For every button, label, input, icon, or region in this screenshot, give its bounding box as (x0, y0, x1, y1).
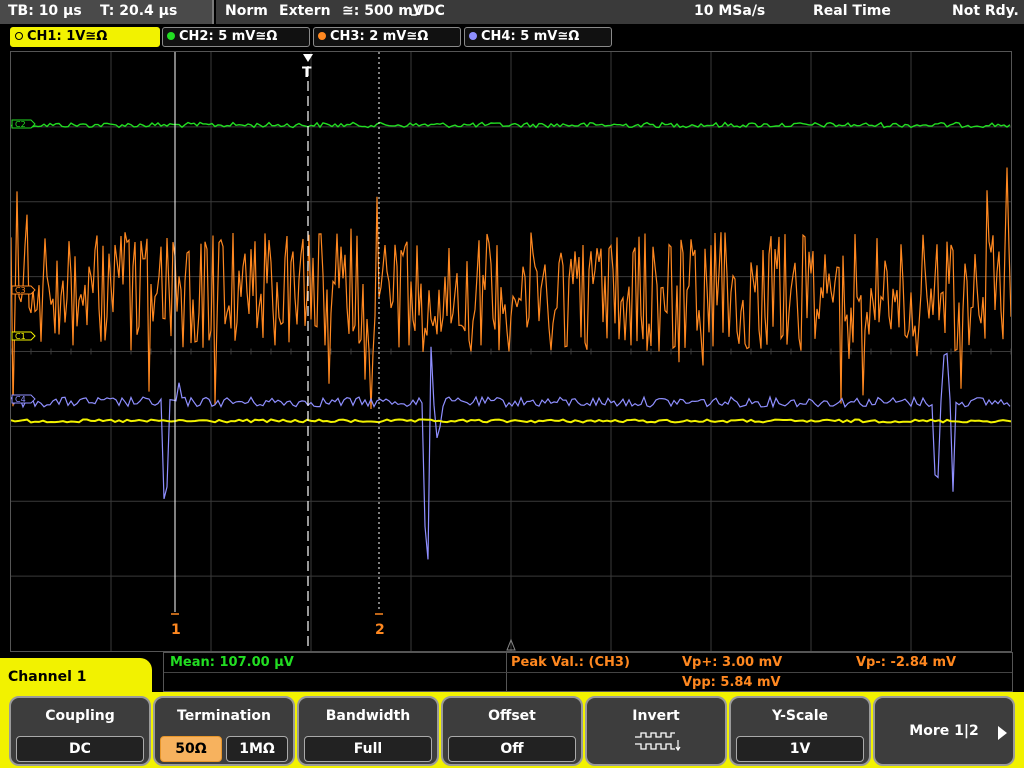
svg-text:C1: C1 (15, 332, 26, 341)
trigger-mode-label: Norm (225, 3, 268, 19)
acquisition-mode-label: Real Time (813, 3, 891, 19)
trigger-time-label: T: 20.4 µs (100, 3, 178, 19)
peak-value-label: Peak Val.: (CH3) (511, 655, 630, 670)
chevron-right-icon (998, 726, 1007, 740)
more-softkey[interactable]: More 1|2 (873, 696, 1015, 766)
tab-ch4-label: CH4: 5 mV≅Ω (481, 29, 580, 44)
rising-edge-icon (411, 5, 423, 16)
status-label: Not Rdy. (952, 3, 1019, 19)
mean-measurement: Mean: 107.00 µV (170, 655, 294, 670)
termination-title: Termination (177, 708, 271, 724)
termination-50-ohm-button[interactable]: 50Ω (160, 736, 222, 762)
termination-1-megohm-button[interactable]: 1MΩ (226, 736, 288, 762)
vpp-measurement: Vpp: 5.84 mV (682, 675, 781, 690)
y-scale-softkey[interactable]: Y-Scale 1V (729, 696, 871, 766)
ch4-indicator-icon (469, 32, 477, 40)
ch1-indicator-icon (15, 32, 23, 40)
tab-ch2[interactable]: CH2: 5 mV≅Ω (162, 27, 310, 47)
trigger-box[interactable]: Norm Extern ≅: 500 mV DC 10 MSa/s Real T… (216, 0, 1024, 24)
trigger-coupling-label: DC (423, 3, 445, 19)
invert-waveform-icon (635, 732, 681, 752)
tab-ch1-label: CH1: 1V≅Ω (27, 29, 108, 44)
bandwidth-title: Bandwidth (325, 708, 411, 724)
bandwidth-value[interactable]: Full (304, 736, 432, 762)
ch3-level-marker[interactable]: C3 (11, 285, 36, 295)
waveform-display[interactable]: 1 2 T C2 C3 C1 C4 (10, 51, 1012, 652)
softkey-menu: Coupling DC Termination 50Ω 1MΩ Bandwidt… (0, 692, 1024, 768)
ch3-indicator-icon (318, 32, 326, 40)
tab-ch3[interactable]: CH3: 2 mV≅Ω (313, 27, 461, 47)
timebase-box[interactable]: TB: 10 µs T: 20.4 µs (0, 0, 214, 24)
trigger-t-icon: T (302, 65, 312, 81)
graticule-grid (11, 52, 1011, 651)
offset-title: Offset (488, 708, 536, 724)
offset-softkey[interactable]: Offset Off (441, 696, 583, 766)
ch2-level-marker[interactable]: C2 (11, 119, 36, 129)
vp-plus-measurement: Vp+: 3.00 mV (682, 655, 783, 670)
coupling-softkey[interactable]: Coupling DC (9, 696, 151, 766)
timebase-label: TB: 10 µs (8, 3, 82, 19)
offset-value[interactable]: Off (448, 736, 576, 762)
status-bar: TB: 10 µs T: 20.4 µs Norm Extern ≅: 500 … (0, 0, 1024, 24)
invert-title: Invert (632, 708, 680, 724)
tab-ch3-label: CH3: 2 mV≅Ω (330, 29, 429, 44)
svg-text:C3: C3 (15, 286, 26, 295)
trigger-edge: DC (411, 3, 445, 19)
waveform-canvas: 1 2 T C2 C3 C1 C4 (11, 52, 1011, 651)
svg-text:C2: C2 (15, 120, 26, 129)
tab-ch1[interactable]: CH1: 1V≅Ω (10, 27, 160, 47)
y-scale-title: Y-Scale (771, 708, 828, 724)
y-scale-value[interactable]: 1V (736, 736, 864, 762)
invert-softkey[interactable]: Invert (585, 696, 727, 766)
ch4-level-marker[interactable]: C4 (11, 394, 36, 404)
cursor-2-label: 2 (375, 622, 385, 638)
vp-minus-measurement: Vp-: -2.84 mV (856, 655, 957, 670)
measurement-row-divider (164, 672, 1012, 673)
tab-ch4[interactable]: CH4: 5 mV≅Ω (464, 27, 612, 47)
sample-rate-label: 10 MSa/s (694, 3, 766, 19)
more-label: More 1|2 (909, 723, 979, 739)
tab-ch2-label: CH2: 5 mV≅Ω (179, 29, 278, 44)
bandwidth-softkey[interactable]: Bandwidth Full (297, 696, 439, 766)
svg-text:C4: C4 (15, 395, 26, 404)
termination-softkey[interactable]: Termination 50Ω 1MΩ (153, 696, 295, 766)
coupling-title: Coupling (45, 708, 115, 724)
ch1-level-marker[interactable]: C1 (11, 331, 36, 341)
measurement-panel[interactable]: Mean: 107.00 µV Peak Val.: (CH3) Vp+: 3.… (163, 652, 1013, 692)
coupling-value[interactable]: DC (16, 736, 144, 762)
ch2-indicator-icon (167, 32, 175, 40)
cursor-1-label: 1 (171, 622, 181, 638)
trigger-source-label: Extern (279, 3, 331, 19)
